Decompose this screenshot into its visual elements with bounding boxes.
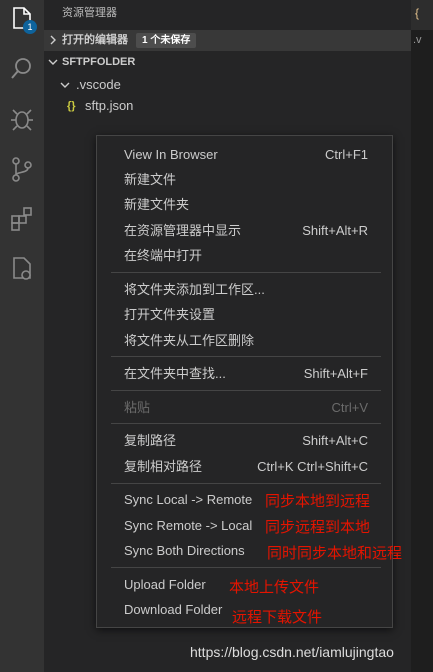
menu-item-shortcut: Ctrl+V <box>331 400 368 415</box>
menu-item-label: Sync Both Directions <box>124 543 245 558</box>
chevron-down-icon <box>48 59 58 65</box>
menu-item-copy-relative-path[interactable]: 复制相对路径 Ctrl+K Ctrl+Shift+C <box>97 455 394 479</box>
menu-item-new-file[interactable]: 新建文件 <box>97 168 394 192</box>
tree-item-label: sftp.json <box>85 98 134 113</box>
editor-tab-bar: { <box>411 0 433 30</box>
explorer-title: 资源管理器 <box>62 7 117 19</box>
menu-item-label: 新建文件 <box>124 172 177 187</box>
annotation-sync-local-remote: 同步本地到远程 <box>265 492 371 510</box>
menu-item-shortcut: Shift+Alt+R <box>302 223 368 238</box>
folder-label: SFTPFOLDER <box>62 56 136 68</box>
remote-explorer-icon[interactable] <box>7 254 37 284</box>
tree-item-sftp-json[interactable]: {} sftp.json <box>44 95 411 117</box>
open-editors-section[interactable]: 打开的编辑器 1 个未保存 <box>44 30 411 51</box>
menu-item-label: Sync Local -> Remote <box>124 492 253 507</box>
chevron-right-icon <box>50 35 56 45</box>
menu-item-add-folder-to-workspace[interactable]: 将文件夹添加到工作区... <box>97 278 394 302</box>
tree-item-label: .vscode <box>76 77 121 92</box>
watermark-url: https://blog.csdn.net/iamlujingtao <box>190 644 394 660</box>
source-control-icon[interactable] <box>7 154 37 184</box>
menu-item-paste: 粘贴 Ctrl+V <box>97 396 394 420</box>
menu-item-label: Download Folder <box>124 602 223 617</box>
menu-item-label: Sync Remote -> Local <box>124 518 253 533</box>
editor-tab-icon[interactable]: { <box>415 6 419 20</box>
menu-item-open-folder-settings[interactable]: 打开文件夹设置 <box>97 303 394 327</box>
unsaved-count-badge: 1 <box>23 20 37 34</box>
folder-section-sftpfolder[interactable]: SFTPFOLDER <box>44 52 411 73</box>
menu-separator <box>111 423 381 424</box>
menu-separator <box>111 390 381 391</box>
menu-item-shortcut: Shift+Alt+F <box>303 366 368 381</box>
annotation-sync-both: 同时同步本地和远程 <box>267 544 403 562</box>
menu-item-label: 打开文件夹设置 <box>124 307 216 322</box>
menu-item-new-folder[interactable]: 新建文件夹 <box>97 193 394 217</box>
json-file-icon: {} <box>67 100 76 112</box>
breadcrumb[interactable]: .v <box>413 34 422 46</box>
menu-item-open-in-terminal[interactable]: 在终端中打开 <box>97 244 394 268</box>
search-icon[interactable] <box>7 54 37 84</box>
menu-item-label: 粘贴 <box>124 400 151 415</box>
menu-item-shortcut: Shift+Alt+C <box>302 433 368 448</box>
menu-item-label: 在终端中打开 <box>124 248 203 263</box>
menu-item-remove-folder-from-workspace[interactable]: 将文件夹从工作区删除 <box>97 329 394 353</box>
open-editors-label: 打开的编辑器 <box>62 34 128 46</box>
menu-item-find-in-folder[interactable]: 在文件夹中查找... Shift+Alt+F <box>97 362 394 386</box>
menu-item-shortcut: Ctrl+F1 <box>325 147 368 162</box>
menu-item-view-in-browser[interactable]: View In Browser Ctrl+F1 <box>97 143 394 167</box>
chevron-down-icon <box>60 82 70 88</box>
unsaved-badge: 1 个未保存 <box>136 33 197 48</box>
menu-item-label: 在资源管理器中显示 <box>124 223 242 238</box>
menu-item-label: 新建文件夹 <box>124 197 190 212</box>
activity-bar: 1 <box>0 0 44 672</box>
annotation-sync-remote-local: 同步远程到本地 <box>265 518 371 536</box>
debug-bug-icon[interactable] <box>7 104 37 134</box>
annotation-upload: 本地上传文件 <box>229 578 320 596</box>
menu-item-label: 复制路径 <box>124 433 177 448</box>
menu-item-label: 将文件夹从工作区删除 <box>124 333 255 348</box>
editor-area: { .v <box>411 0 433 672</box>
menu-separator <box>111 567 381 568</box>
extensions-icon[interactable] <box>7 204 37 234</box>
menu-separator <box>111 272 381 273</box>
menu-item-label: Upload Folder <box>124 577 206 592</box>
annotation-download: 远程下载文件 <box>232 608 323 626</box>
menu-item-reveal-in-explorer[interactable]: 在资源管理器中显示 Shift+Alt+R <box>97 219 394 243</box>
menu-separator <box>111 356 381 357</box>
menu-separator <box>111 483 381 484</box>
tree-item-vscode-folder[interactable]: .vscode <box>44 74 411 96</box>
menu-item-shortcut: Ctrl+K Ctrl+Shift+C <box>257 459 368 474</box>
menu-item-label: 复制相对路径 <box>124 459 203 474</box>
menu-item-label: View In Browser <box>124 147 218 162</box>
menu-item-copy-path[interactable]: 复制路径 Shift+Alt+C <box>97 429 394 453</box>
menu-item-label: 将文件夹添加到工作区... <box>124 282 265 297</box>
menu-item-label: 在文件夹中查找... <box>124 366 226 381</box>
